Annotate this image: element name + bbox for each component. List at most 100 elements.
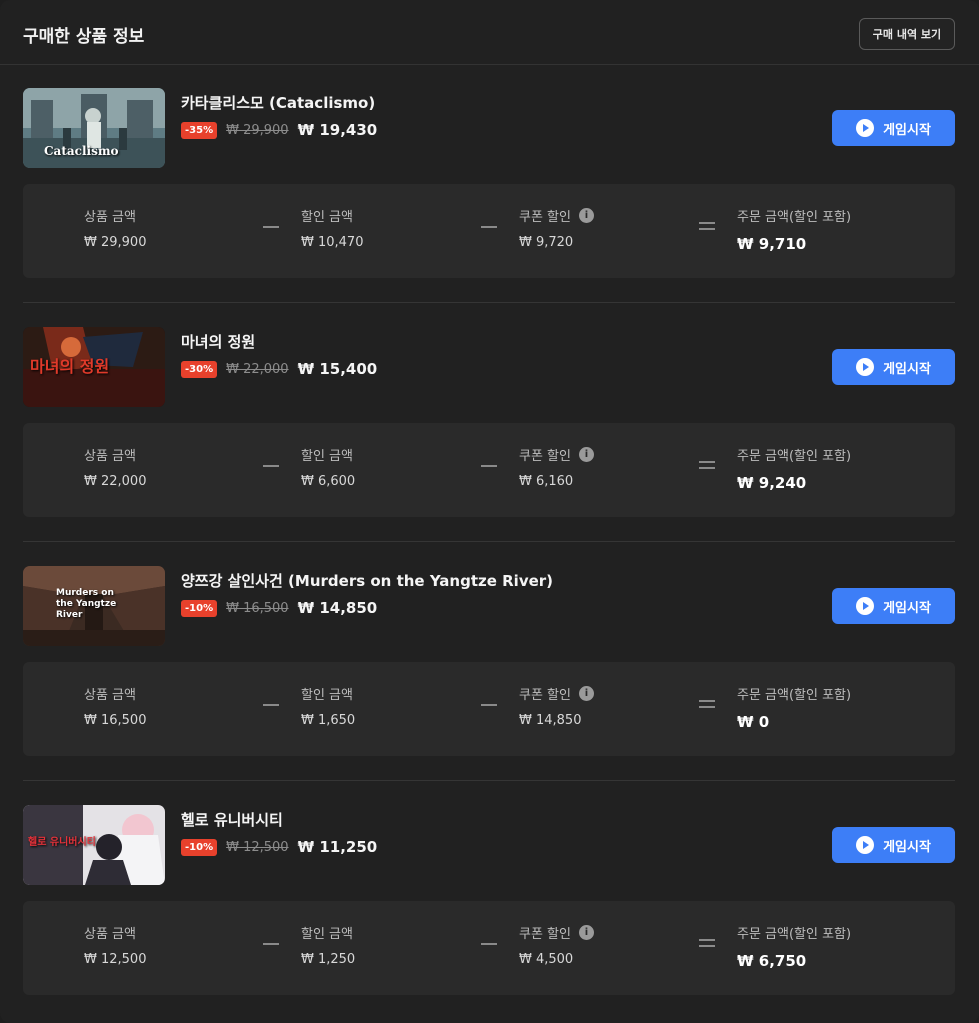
coupon-discount-value: ₩ 14,850 (519, 713, 582, 728)
coupon-discount-value: ₩ 9,720 (519, 235, 574, 250)
equals-icon (699, 218, 715, 234)
coupon-discount-label: 쿠폰 할인 (519, 688, 571, 703)
original-price: ₩ 22,000 (226, 361, 289, 377)
price-breakdown: 상품 금액 ₩ 29,900 할인 금액 ₩ 10,470 쿠폰 할인 i ₩ … (23, 184, 955, 278)
minus-icon (481, 935, 497, 951)
info-icon[interactable]: i (578, 208, 594, 223)
price-breakdown: 상품 금액 ₩ 12,500 할인 금액 ₩ 1,250 쿠폰 할인 i ₩ 4… (23, 901, 955, 995)
order-amount-cell: 주문 금액(할인 포함) ₩ 0 (737, 684, 851, 731)
game-start-label: 게임시작 (883, 122, 931, 138)
coupon-discount-label: 쿠폰 할인 (519, 449, 571, 464)
discount-badge: -10% (181, 838, 218, 856)
product-amount-value: ₩ 22,000 (84, 474, 147, 489)
product-section: 마녀의 정원 마녀의 정원 -30% ₩ 22,000 ₩ 15,400 게임시… (0, 303, 979, 542)
info-icon[interactable]: i (578, 925, 594, 940)
coupon-discount-cell: 쿠폰 할인 i ₩ 4,500 (519, 923, 594, 967)
original-price: ₩ 16,500 (226, 600, 289, 616)
discount-amount-value: ₩ 10,470 (301, 235, 364, 250)
minus-icon (481, 457, 497, 473)
game-start-button[interactable]: 게임시작 (832, 827, 955, 863)
game-title[interactable]: 양쯔강 살인사건 (Murders on the Yangtze River) (181, 570, 553, 591)
game-start-label: 게임시작 (883, 361, 931, 377)
coupon-discount-label-row: 쿠폰 할인 i (519, 923, 594, 942)
price-breakdown: 상품 금액 ₩ 16,500 할인 금액 ₩ 1,650 쿠폰 할인 i ₩ 1… (23, 662, 955, 756)
equals-icon (699, 457, 715, 473)
order-amount-label: 주문 금액(할인 포함) (737, 210, 852, 225)
game-title[interactable]: 헬로 유니버시티 (181, 809, 283, 830)
minus-icon (481, 218, 497, 234)
thumbnail-title: Cataclismo (44, 144, 119, 158)
product-amount-label: 상품 금액 (84, 688, 136, 703)
product-amount-value: ₩ 29,900 (84, 235, 147, 250)
minus-icon (263, 218, 279, 234)
discount-badge: -30% (181, 360, 218, 378)
order-amount-label: 주문 금액(할인 포함) (737, 449, 852, 464)
coupon-discount-cell: 쿠폰 할인 i ₩ 14,850 (519, 684, 594, 728)
coupon-discount-label-row: 쿠폰 할인 i (519, 445, 594, 464)
coupon-discount-label: 쿠폰 할인 (519, 210, 571, 225)
coupon-discount-label-row: 쿠폰 할인 i (519, 684, 594, 703)
coupon-discount-cell: 쿠폰 할인 i ₩ 9,720 (519, 206, 594, 250)
product-amount-cell: 상품 금액 ₩ 22,000 (84, 445, 146, 489)
sale-price: ₩ 15,400 (297, 360, 378, 378)
game-start-label: 게임시작 (883, 839, 931, 855)
coupon-discount-value: ₩ 4,500 (519, 952, 574, 967)
price-row: -30% ₩ 22,000 ₩ 15,400 (181, 359, 377, 379)
order-amount-value: ₩ 6,750 (737, 952, 807, 970)
minus-icon (263, 696, 279, 712)
sale-price: ₩ 11,250 (297, 838, 378, 856)
original-price: ₩ 29,900 (226, 122, 289, 138)
product-amount-value: ₩ 16,500 (84, 713, 147, 728)
panel-header: 구매한 상품 정보 구매 내역 보기 (0, 0, 979, 65)
price-breakdown: 상품 금액 ₩ 22,000 할인 금액 ₩ 6,600 쿠폰 할인 i ₩ 6… (23, 423, 955, 517)
product-amount-value: ₩ 12,500 (84, 952, 147, 967)
product-amount-cell: 상품 금액 ₩ 29,900 (84, 206, 146, 250)
order-amount-label: 주문 금액(할인 포함) (737, 927, 852, 942)
game-title[interactable]: 마녀의 정원 (181, 331, 255, 352)
order-amount-cell: 주문 금액(할인 포함) ₩ 9,710 (737, 206, 851, 253)
game-start-button[interactable]: 게임시작 (832, 588, 955, 624)
discount-amount-value: ₩ 1,650 (301, 713, 356, 728)
coupon-discount-label: 쿠폰 할인 (519, 927, 571, 942)
thumbnail-title: 헬로 유니버시티 (28, 837, 96, 848)
game-title[interactable]: 카타클리스모 (Cataclismo) (181, 92, 375, 113)
discount-badge: -10% (181, 599, 218, 617)
coupon-discount-value: ₩ 6,160 (519, 474, 574, 489)
game-start-button[interactable]: 게임시작 (832, 110, 955, 146)
info-icon[interactable]: i (578, 686, 594, 701)
product-section: Cataclismo 카타클리스모 (Cataclismo) -35% ₩ 29… (0, 64, 979, 303)
purchase-history-button[interactable]: 구매 내역 보기 (859, 18, 955, 50)
thumbnail-title: 마녀의 정원 (30, 357, 110, 376)
purchased-products-panel: 구매한 상품 정보 구매 내역 보기 Cataclismo 카타클리스모 (Ca… (0, 0, 979, 1023)
product-amount-cell: 상품 금액 ₩ 16,500 (84, 684, 146, 728)
info-icon[interactable]: i (578, 447, 594, 462)
discount-amount-label: 할인 금액 (301, 210, 353, 225)
page-title: 구매한 상품 정보 (23, 27, 145, 47)
discount-amount-label: 할인 금액 (301, 688, 353, 703)
play-icon (856, 836, 875, 854)
equals-icon (699, 696, 715, 712)
price-row: -10% ₩ 16,500 ₩ 14,850 (181, 598, 377, 618)
product-amount-label: 상품 금액 (84, 927, 136, 942)
product-amount-label: 상품 금액 (84, 210, 136, 225)
sale-price: ₩ 19,430 (297, 121, 378, 139)
game-start-button[interactable]: 게임시작 (832, 349, 955, 385)
coupon-discount-label-row: 쿠폰 할인 i (519, 206, 594, 225)
product-amount-label: 상품 금액 (84, 449, 136, 464)
discount-badge: -35% (181, 121, 218, 139)
thumbnail-title: Murders on the Yangtze River (56, 588, 117, 620)
minus-icon (263, 935, 279, 951)
order-amount-label: 주문 금액(할인 포함) (737, 688, 852, 703)
product-section: 헬로 유니버시티 헬로 유니버시티 -10% ₩ 12,500 ₩ 11,250… (0, 781, 979, 1020)
original-price: ₩ 12,500 (226, 839, 289, 855)
product-amount-cell: 상품 금액 ₩ 12,500 (84, 923, 146, 967)
order-amount-value: ₩ 9,240 (737, 474, 807, 492)
minus-icon (481, 696, 497, 712)
equals-icon (699, 935, 715, 951)
price-row: -10% ₩ 12,500 ₩ 11,250 (181, 837, 377, 857)
order-amount-value: ₩ 9,710 (737, 235, 807, 253)
discount-amount-cell: 할인 금액 ₩ 1,650 (301, 684, 355, 728)
discount-amount-cell: 할인 금액 ₩ 10,470 (301, 206, 363, 250)
play-icon (856, 597, 875, 615)
minus-icon (263, 457, 279, 473)
